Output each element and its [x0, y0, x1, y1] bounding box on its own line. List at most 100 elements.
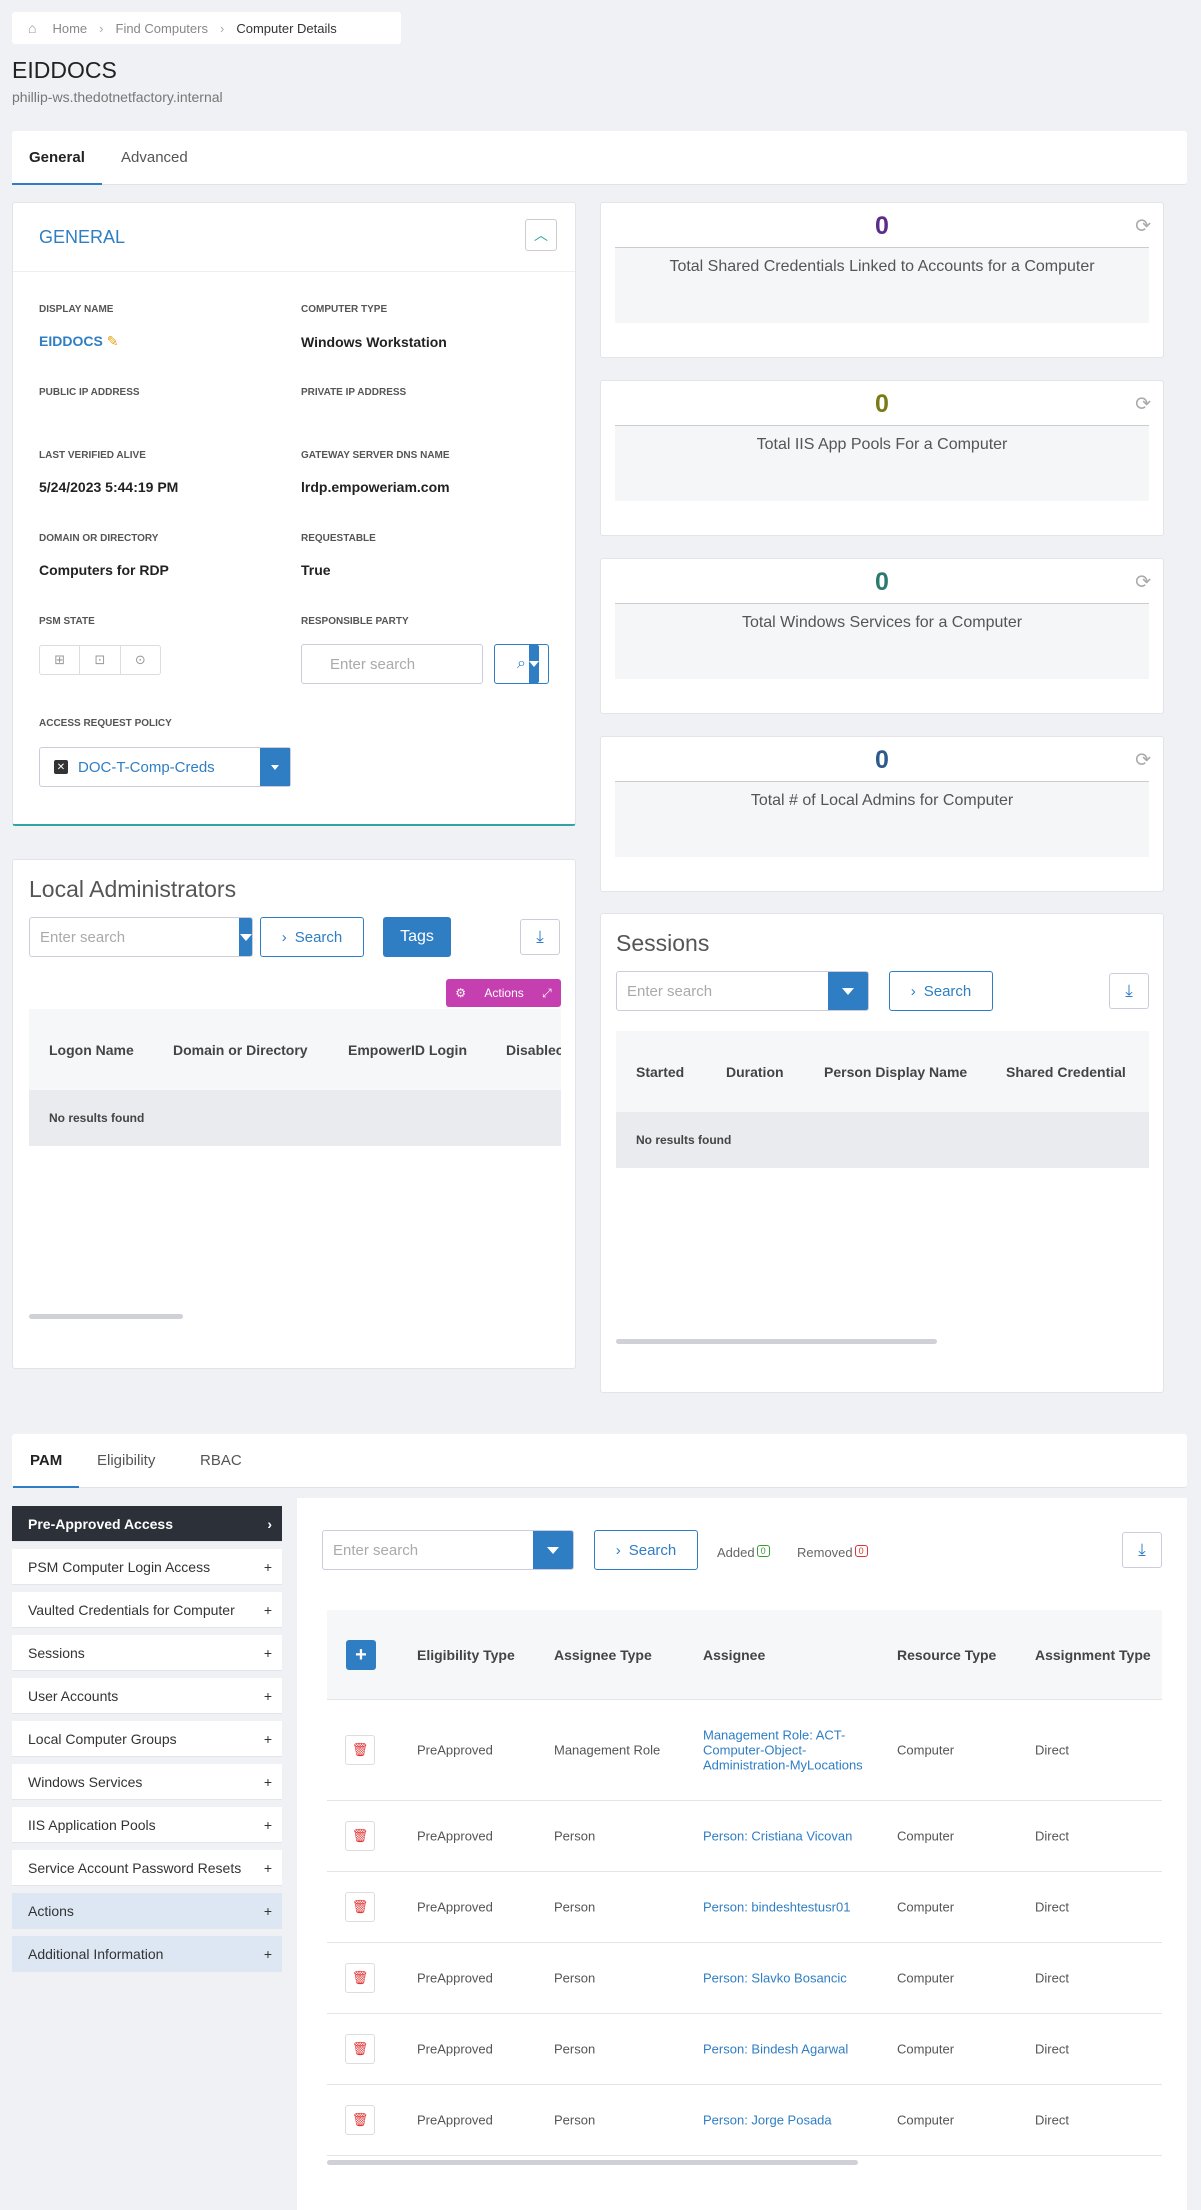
sessions-dropdown-button[interactable]: [828, 972, 868, 1010]
sidebar-item-label: Vaulted Credentials for Computer: [28, 1601, 235, 1618]
tab-pam[interactable]: PAM: [12, 1434, 80, 1488]
column-header[interactable]: Started: [636, 1064, 726, 1080]
sidebar-item-pre-approved-access[interactable]: Pre-Approved Access ›: [12, 1506, 282, 1542]
refresh-icon[interactable]: ⟳: [1135, 571, 1151, 594]
column-header[interactable]: Disablec: [506, 1042, 561, 1058]
display-name-text: EIDDOCS: [39, 333, 103, 349]
local-admins-search-input[interactable]: [30, 918, 239, 956]
delete-button[interactable]: 🗑: [345, 2034, 375, 2064]
plus-icon: +: [263, 1601, 272, 1618]
empty-message: No results found: [29, 1090, 561, 1146]
sessions-search-input[interactable]: [617, 972, 828, 1010]
refresh-icon[interactable]: ⟳: [1135, 393, 1151, 416]
column-header[interactable]: Duration: [726, 1064, 824, 1080]
advanced-search-button[interactable]: ⌕: [494, 644, 549, 684]
breadcrumb-current: Computer Details: [236, 20, 337, 36]
column-header[interactable]: EmpowerID Login: [348, 1042, 506, 1058]
cell-assignee-link[interactable]: Management Role: ACT-Computer-Object-Adm…: [703, 1728, 863, 1773]
added-filter[interactable]: Added 0: [717, 1545, 770, 1560]
sidebar-item-password-resets[interactable]: Service Account Password Resets +: [12, 1850, 282, 1886]
horizontal-scrollbar[interactable]: [29, 1314, 183, 1319]
cell-assignee-link[interactable]: Person: bindeshtestusr01: [703, 1900, 850, 1915]
delete-button[interactable]: 🗑: [345, 1735, 375, 1765]
close-icon[interactable]: ✕: [54, 760, 68, 774]
cell-assignee-link[interactable]: Person: Bindesh Agarwal: [703, 2042, 848, 2057]
delete-button[interactable]: 🗑: [345, 1892, 375, 1922]
download-button[interactable]: ⤓: [1122, 1532, 1162, 1568]
removed-filter[interactable]: Removed 0: [797, 1545, 868, 1560]
column-header[interactable]: Assignment Type: [1035, 1647, 1151, 1663]
plus-icon: +: [263, 1730, 272, 1747]
sidebar-item-label: Additional Information: [28, 1945, 164, 1962]
refresh-icon[interactable]: ⟳: [1135, 215, 1151, 238]
cell-assignee-link[interactable]: Person: Slavko Bosancic: [703, 1971, 847, 1986]
cell-assignee-type: Person: [554, 1970, 596, 1986]
hierarchy-icon[interactable]: ⊞: [40, 646, 81, 674]
tab-advanced[interactable]: Advanced: [121, 131, 188, 184]
tab-general[interactable]: General: [12, 131, 102, 185]
column-header[interactable]: Resource Type: [897, 1647, 996, 1663]
chevron-up-icon: ︿: [534, 227, 548, 243]
column-header[interactable]: Shared Credential: [1006, 1064, 1149, 1080]
download-button[interactable]: ⤓: [1109, 973, 1149, 1009]
upload-icon[interactable]: ⊙: [121, 646, 160, 674]
download-icon: ⤓: [1138, 1540, 1146, 1559]
chevron-right-icon: ›: [615, 1541, 621, 1559]
pam-dropdown-button[interactable]: [533, 1531, 573, 1569]
breadcrumb-find-computers[interactable]: Find Computers: [116, 21, 208, 36]
sidebar-item-sessions[interactable]: Sessions +: [12, 1635, 282, 1671]
refresh-icon[interactable]: ⟳: [1135, 749, 1151, 772]
actions-button[interactable]: ⚙ Actions ⤢: [446, 979, 561, 1007]
delete-button[interactable]: 🗑: [345, 2105, 375, 2135]
sidebar-item-additional-information[interactable]: Additional Information +: [12, 1936, 282, 1972]
home-icon[interactable]: ⌂: [28, 20, 36, 36]
horizontal-scrollbar[interactable]: [616, 1339, 937, 1344]
column-header[interactable]: Domain or Directory: [173, 1042, 348, 1058]
breadcrumb-home[interactable]: Home: [52, 21, 87, 36]
delete-button[interactable]: 🗑: [345, 1963, 375, 1993]
column-header[interactable]: Person Display Name: [824, 1064, 1006, 1080]
delete-button[interactable]: 🗑: [345, 1821, 375, 1851]
display-name-value[interactable]: EIDDOCS ✎: [39, 333, 118, 350]
add-button[interactable]: +: [346, 1640, 376, 1670]
lock-icon[interactable]: ⊡: [80, 646, 121, 674]
pam-search-button[interactable]: › Search: [594, 1530, 698, 1570]
cell-assignee-link[interactable]: Person: Cristiana Vicovan: [703, 1829, 852, 1844]
local-admins-search-button[interactable]: › Search: [260, 917, 364, 957]
stat-card-iis-app-pools: 0 ⟳ Total IIS App Pools For a Computer: [600, 380, 1164, 536]
pam-search-input[interactable]: [323, 1531, 533, 1569]
policy-select[interactable]: ✕ DOC-T-Comp-Creds: [39, 747, 291, 787]
pencil-icon[interactable]: ✎: [107, 333, 119, 349]
tags-button[interactable]: Tags: [383, 917, 451, 957]
cell-resource-type: Computer: [897, 2112, 955, 2128]
column-header[interactable]: Assignee: [703, 1647, 765, 1663]
cell-assignee-link[interactable]: Person: Jorge Posada: [703, 2113, 832, 2128]
sidebar-item-local-groups[interactable]: Local Computer Groups +: [12, 1721, 282, 1757]
sidebar-item-actions[interactable]: Actions +: [12, 1893, 282, 1929]
stat-label: Total Windows Services for a Computer: [741, 614, 1023, 631]
general-card: GENERAL ︿ DISPLAY NAME EIDDOCS ✎ COMPUTE…: [12, 202, 576, 826]
collapse-button[interactable]: ︿: [525, 219, 557, 251]
sidebar-item-user-accounts[interactable]: User Accounts +: [12, 1678, 282, 1714]
tab-rbac[interactable]: RBAC: [200, 1434, 242, 1487]
empty-message: No results found: [616, 1112, 1149, 1168]
cell-eligibility-type: PreApproved: [417, 2041, 493, 2057]
plus-icon: +: [263, 1644, 272, 1661]
column-header[interactable]: Logon Name: [49, 1042, 173, 1058]
sidebar-item-windows-services[interactable]: Windows Services +: [12, 1764, 282, 1800]
cell-eligibility-type: PreApproved: [417, 2112, 493, 2128]
caret-down-icon: [271, 764, 279, 770]
horizontal-scrollbar[interactable]: [327, 2160, 858, 2165]
policy-dropdown-button[interactable]: [260, 748, 290, 786]
sidebar-item-psm-login-access[interactable]: PSM Computer Login Access +: [12, 1549, 282, 1585]
trash-icon: 🗑: [351, 1899, 369, 1914]
column-header[interactable]: Eligibility Type: [417, 1647, 515, 1663]
column-header[interactable]: Assignee Type: [554, 1647, 652, 1663]
sessions-search-button[interactable]: › Search: [889, 971, 993, 1011]
cell-assignee-type: Management Role: [554, 1742, 661, 1758]
local-admins-dropdown-button[interactable]: [239, 918, 252, 956]
sidebar-item-vaulted-credentials[interactable]: Vaulted Credentials for Computer +: [12, 1592, 282, 1628]
tab-eligibility[interactable]: Eligibility: [97, 1434, 155, 1487]
download-button[interactable]: ⤓: [520, 919, 560, 955]
sidebar-item-iis-pools[interactable]: IIS Application Pools +: [12, 1807, 282, 1843]
